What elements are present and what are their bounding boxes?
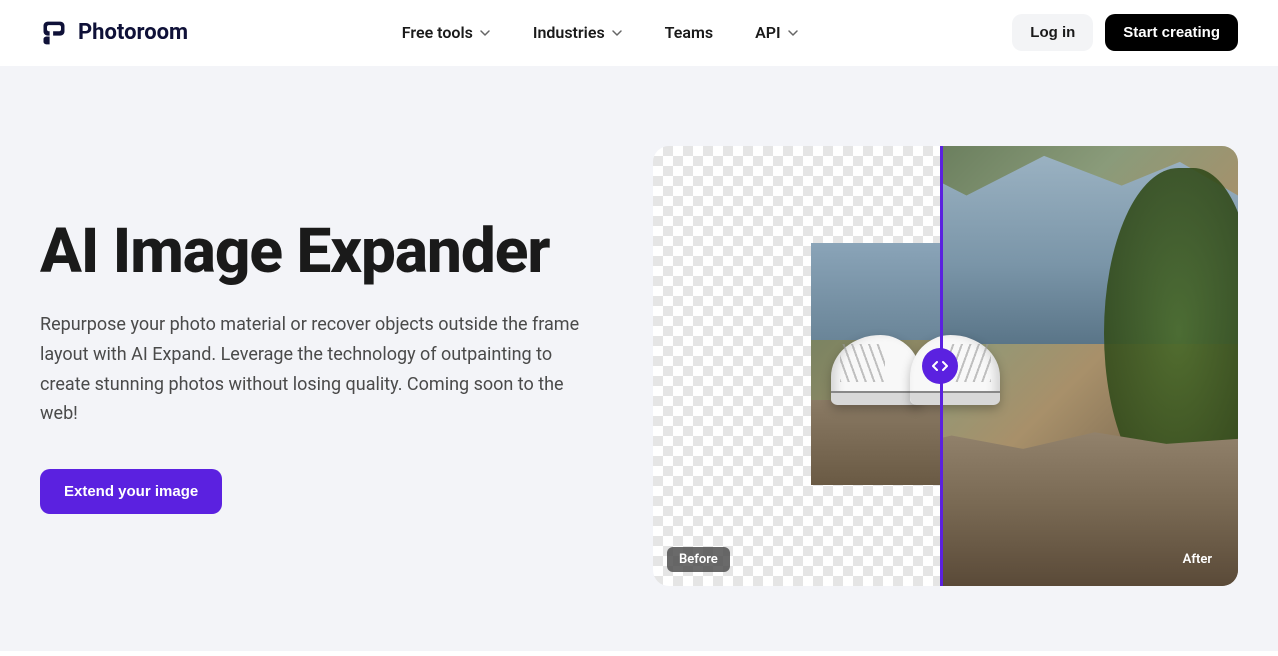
before-label: Before [667,547,730,572]
extend-image-button[interactable]: Extend your image [40,469,222,514]
hero-image: Before After [653,146,1238,586]
nav-item-label: Free tools [402,23,473,42]
hero-text: AI Image Expander Repurpose your photo m… [40,218,600,514]
main-nav: Free tools Industries Teams API [402,23,799,42]
brand-logo[interactable]: Photoroom [40,19,188,47]
nav-item-label: Teams [665,23,713,42]
product-shoe-left [831,335,921,405]
horizontal-arrows-icon [932,360,948,372]
nav-item-label: API [755,23,781,42]
start-creating-button[interactable]: Start creating [1105,14,1238,51]
photoroom-logo-icon [40,19,68,47]
login-button[interactable]: Log in [1012,14,1093,51]
chevron-down-icon [787,27,799,39]
nav-teams[interactable]: Teams [665,23,713,42]
nav-free-tools[interactable]: Free tools [402,23,491,42]
nav-item-label: Industries [533,23,605,42]
before-mountain-scenery [811,243,943,340]
nav-industries[interactable]: Industries [533,23,623,42]
chevron-down-icon [611,27,623,39]
before-after-comparison: Before After [653,146,1238,586]
hero-description: Repurpose your photo material or recover… [40,310,600,429]
after-label: After [1171,547,1224,572]
comparison-slider-handle[interactable] [922,348,958,384]
hero-content: AI Image Expander Repurpose your photo m… [40,146,1238,586]
header-actions: Log in Start creating [1012,14,1238,51]
hero-title: AI Image Expander [40,218,600,286]
before-rock-scenery [811,400,943,485]
main-header: Photoroom Free tools Industries Teams AP… [0,0,1278,66]
nav-api[interactable]: API [755,23,799,42]
brand-name: Photoroom [78,20,188,45]
chevron-down-icon [479,27,491,39]
hero-section: AI Image Expander Repurpose your photo m… [0,66,1278,651]
